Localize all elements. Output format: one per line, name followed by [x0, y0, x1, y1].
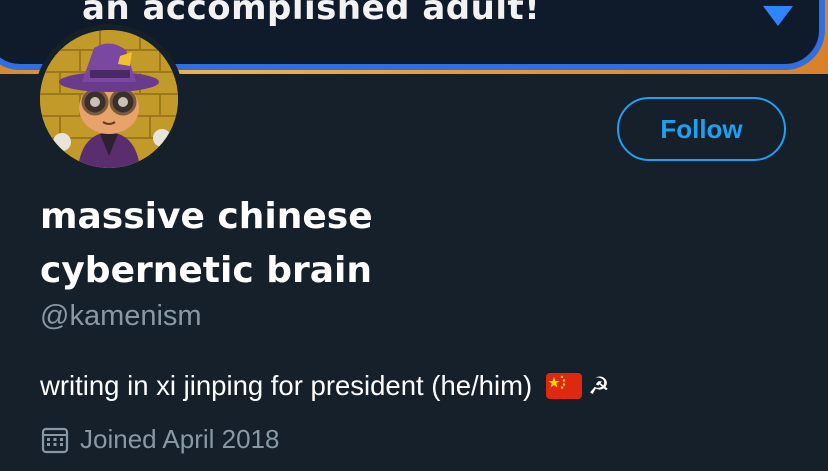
display-name: massive chinese cybernetic brain [40, 190, 640, 298]
join-date-text: Joined April 2018 [80, 424, 280, 454]
display-name-line-2: cybernetic brain [40, 250, 372, 291]
bio: writing in xi jinping for president (he/… [40, 370, 610, 402]
avatar-image [40, 30, 178, 168]
avatar[interactable] [40, 30, 178, 168]
banner-text: an accomplished adult! [82, 0, 541, 28]
follow-button[interactable]: Follow [617, 97, 786, 161]
hammer-and-sickle-icon: ☭ [588, 372, 610, 400]
join-date: Joined April 2018 [40, 424, 279, 455]
calendar-icon [41, 427, 69, 453]
banner-arrow-icon [763, 6, 793, 26]
user-handle: @kamenism [40, 300, 202, 332]
china-flag-icon [546, 373, 583, 399]
display-name-line-1: massive chinese [40, 196, 373, 237]
bio-text: writing in xi jinping for president (he/… [40, 370, 533, 401]
